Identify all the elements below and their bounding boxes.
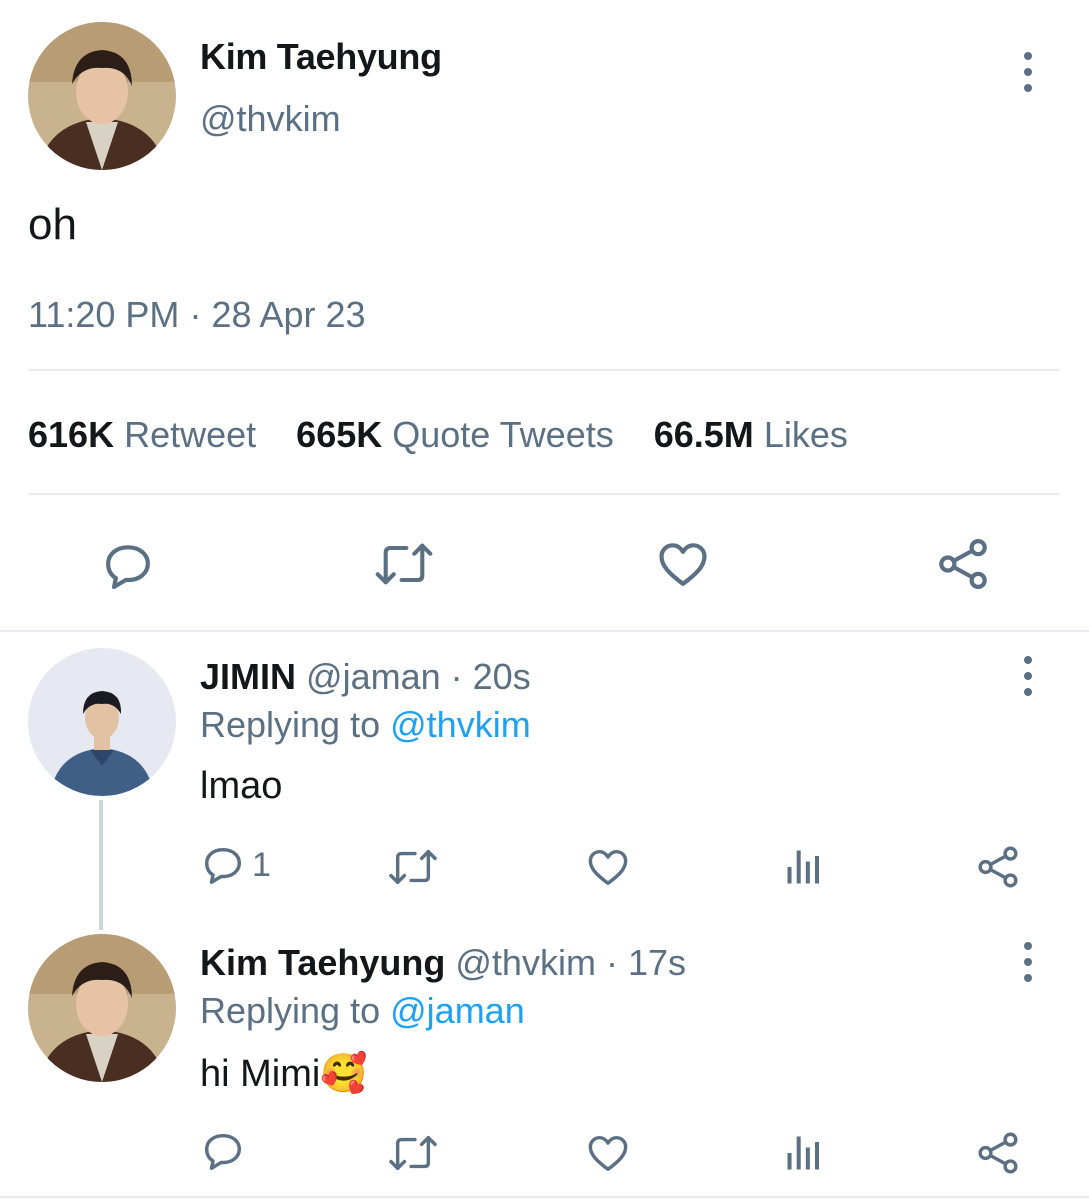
section-divider [0,630,1089,632]
reply-count: 1 [252,845,271,884]
reply-age: · 17s [605,942,686,983]
thread-line [99,800,103,930]
replying-to-handle[interactable]: @jaman [390,990,525,1031]
author-handle[interactable]: @thvkim [200,98,341,140]
more-options-icon[interactable] [1008,932,1048,992]
likes-count: 66.5M [653,414,754,455]
share-icon[interactable] [974,844,1022,890]
replying-to: Replying to @thvkim [200,704,531,746]
tweet-date: 28 Apr 23 [211,294,366,335]
analytics-icon[interactable] [782,844,826,890]
likes-stat[interactable]: 66.5M Likes [654,414,848,455]
retweets-stat[interactable]: 616K Retweet [28,414,266,455]
reply-icon [200,1128,246,1174]
retweet-icon[interactable] [372,536,436,592]
like-icon[interactable] [584,1130,632,1176]
quotes-stat[interactable]: 665K Quote Tweets [296,414,624,455]
retweet-icon[interactable] [386,844,440,890]
likes-label: Likes [763,414,848,455]
divider [28,493,1060,495]
retweets-count: 616K [28,414,115,455]
smiling-hearts-emoji: 🥰 [320,1053,368,1095]
reply-icon [200,842,246,888]
share-icon[interactable] [934,536,992,592]
analytics-icon[interactable] [782,1130,826,1176]
replying-to-label: Replying to [200,704,381,745]
retweet-icon[interactable] [386,1130,440,1176]
reply-icon[interactable] [100,538,156,594]
author-name[interactable]: Kim Taehyung [200,36,442,78]
author-name[interactable]: Kim Taehyung [200,942,445,983]
avatar[interactable] [28,934,176,1082]
divider [0,1196,1089,1198]
reply-text: hi Mimi🥰 [200,1052,368,1096]
timestamp-separator: · [189,294,202,335]
tweet-time: 11:20 PM [28,294,180,335]
reply-header: Kim Taehyung @thvkim · 17s [200,942,686,984]
replying-to-handle[interactable]: @thvkim [390,704,531,745]
share-icon[interactable] [974,1130,1022,1176]
author-handle[interactable]: @jaman [306,656,441,697]
reply-text-body: hi Mimi [200,1053,321,1095]
divider [28,369,1060,371]
more-options-icon[interactable] [1008,646,1048,706]
reply-text: lmao [200,765,283,807]
author-handle[interactable]: @thvkim [455,942,596,983]
reply-button[interactable]: 1 [200,842,271,888]
avatar[interactable] [28,22,176,170]
author-name[interactable]: JIMIN [200,656,296,697]
tweet-text: oh [28,200,77,249]
like-icon[interactable] [584,844,632,890]
tweet-timestamp[interactable]: 11:20 PM · 28 Apr 23 [28,294,366,336]
quotes-count: 665K [296,414,383,455]
quotes-label: Quote Tweets [392,414,614,455]
reply-header: JIMIN @jaman · 20s [200,656,531,698]
avatar[interactable] [28,648,176,796]
reply-button[interactable] [200,1128,252,1174]
more-options-icon[interactable] [1008,42,1048,102]
replying-to: Replying to @jaman [200,990,525,1032]
reply-age: · 20s [450,656,531,697]
like-icon[interactable] [654,536,712,592]
retweets-label: Retweet [124,414,257,455]
tweet-stats: 616K Retweet 665K Quote Tweets 66.5M Lik… [28,414,848,456]
replying-to-label: Replying to [200,990,381,1031]
